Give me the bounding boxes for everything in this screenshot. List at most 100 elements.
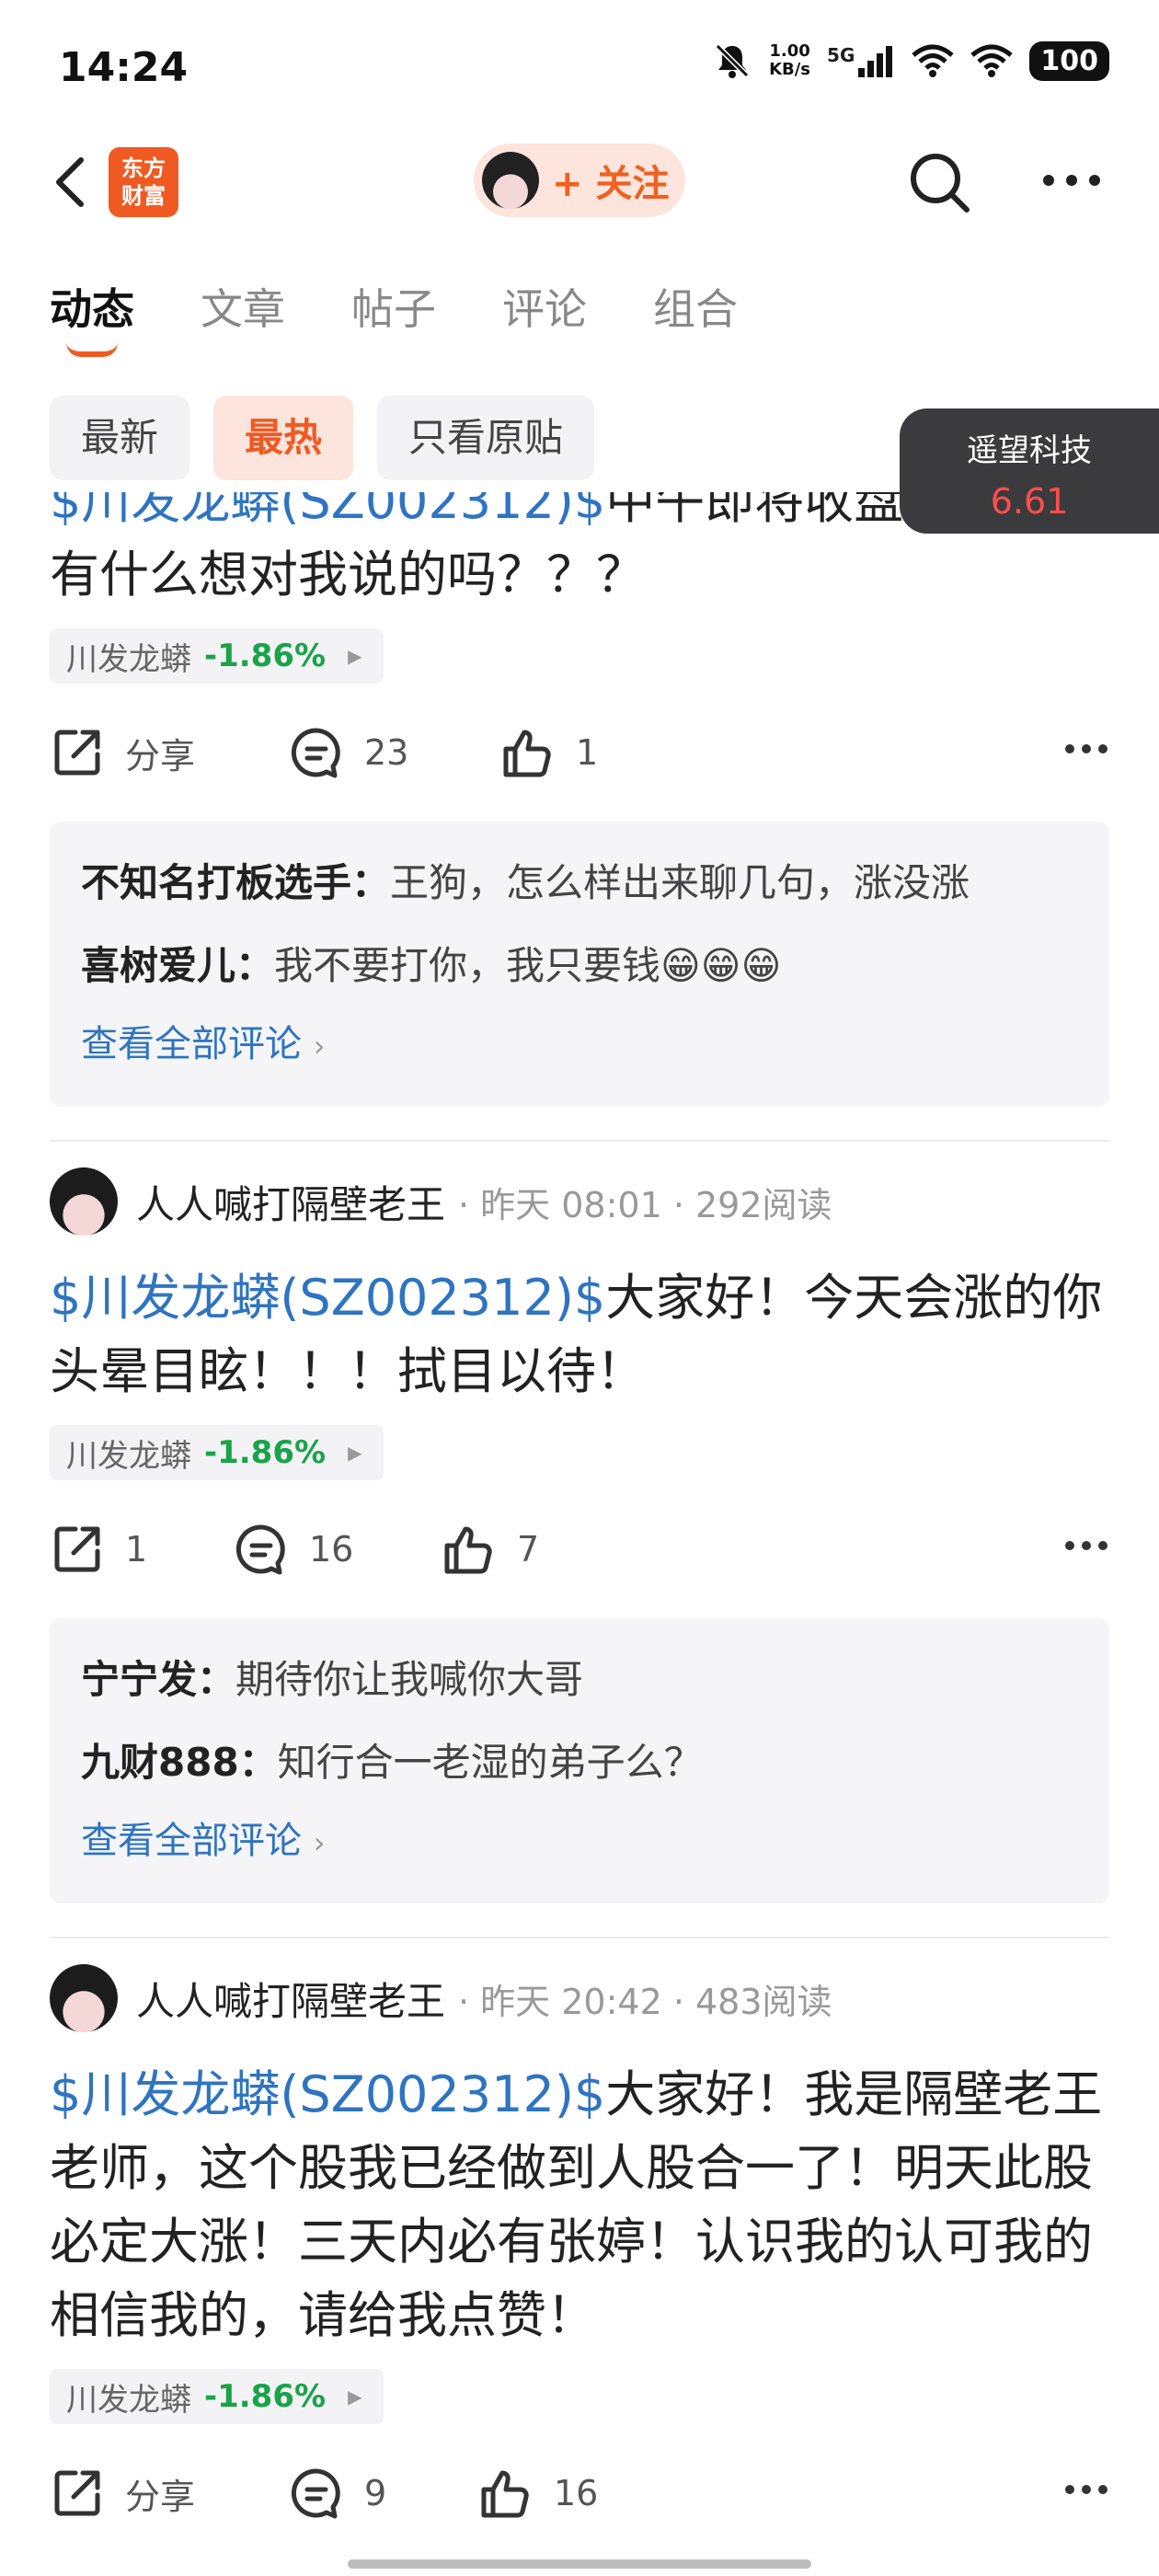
- comment-text: 我不要打你，我只要钱😁😁😁: [274, 943, 782, 988]
- thumbs-up-icon: [444, 1526, 492, 1574]
- feed-list[interactable]: $川发龙蟒(SZ002312)$中午即将收盘了，大家 有什么想对我说的吗？？？ …: [0, 492, 1159, 2576]
- comment-item: 喜树爱儿：我不要打你，我只要钱😁😁😁: [81, 925, 1078, 1007]
- floating-stock-widget[interactable]: 遥望科技 6.61: [900, 408, 1159, 534]
- stock-link[interactable]: $川发龙蟒(SZ002312)$: [50, 2065, 605, 2123]
- filter-hot[interactable]: 最热: [213, 396, 354, 480]
- like-button[interactable]: 1: [500, 725, 598, 780]
- tab-articles[interactable]: 文章: [201, 276, 285, 337]
- follow-button[interactable]: + 关注: [474, 144, 685, 217]
- tab-comments[interactable]: 评论: [502, 276, 587, 337]
- post-header: 人人喊打隔壁老王 · 昨天 08:01 · 292阅读: [50, 1142, 1109, 1261]
- author-name[interactable]: 人人喊打隔壁老王: [136, 1971, 445, 2027]
- comment-item: 九财888：知行合一老湿的弟子么？: [81, 1721, 1078, 1804]
- see-all-comments-link[interactable]: 查看全部评论 ›: [81, 1007, 1078, 1083]
- comment-item: 宁宁发：期待你让我喊你大哥: [81, 1639, 1078, 1721]
- speed-value: 1.00: [769, 41, 810, 61]
- stock-tag[interactable]: 川发龙蟒 -1.86% ▶: [50, 628, 384, 684]
- post-actions: 分享 9 16: [50, 2424, 1109, 2562]
- post-meta: · 昨天 20:42 · 483阅读: [458, 1981, 832, 2022]
- feed-post[interactable]: $川发龙蟒(SZ002312)$中午即将收盘了，大家 有什么想对我说的吗？？？ …: [0, 492, 1159, 1142]
- stock-tag[interactable]: 川发龙蟒 -1.86% ▶: [50, 1425, 384, 1480]
- comment-count: 23: [364, 732, 409, 773]
- comment-preview[interactable]: 不知名打板选手：王狗，怎么样出来聊几句，涨没涨 喜树爱儿：我不要打你，我只要钱😁…: [50, 822, 1109, 1107]
- status-time: 14:24: [59, 44, 189, 91]
- tab-dynamics[interactable]: 动态: [50, 276, 134, 357]
- avatar[interactable]: [50, 1167, 118, 1236]
- comment-user[interactable]: 喜树爱儿：: [81, 943, 274, 988]
- chevron-right-icon: ›: [313, 1825, 326, 1860]
- comment-icon: [291, 2468, 340, 2519]
- mute-bell-icon: [715, 43, 750, 78]
- speed-unit: KB/s: [769, 60, 811, 79]
- play-arrow-icon: ▶: [348, 1442, 362, 1464]
- like-count: 16: [554, 2473, 599, 2513]
- share-label: 分享: [125, 735, 196, 776]
- more-options-icon[interactable]: [1039, 171, 1104, 190]
- wifi-icon: [970, 44, 1014, 77]
- comment-user[interactable]: 宁宁发：: [81, 1657, 235, 1702]
- share-icon: [54, 1526, 100, 1572]
- stock-tag-name: 川发龙蟒: [66, 2381, 191, 2419]
- stock-tag-change: -1.86%: [204, 2378, 327, 2415]
- more-options-icon[interactable]: [1063, 1539, 1109, 1552]
- see-all-label: 查看全部评论: [81, 1023, 302, 1065]
- like-button[interactable]: 7: [442, 1522, 539, 1577]
- search-icon[interactable]: [906, 149, 972, 215]
- post-meta: · 昨天 08:01 · 292阅读: [458, 1184, 832, 1225]
- home-indicator[interactable]: [348, 2559, 811, 2569]
- more-options-icon[interactable]: [1063, 742, 1109, 755]
- status-icons: 1.00 KB/s 5G 100: [712, 40, 1109, 81]
- stock-link[interactable]: $川发龙蟒(SZ002312)$: [50, 1269, 605, 1327]
- back-arrow-icon[interactable]: [46, 155, 101, 210]
- thumbs-up-icon: [481, 2470, 529, 2518]
- filter-chips: 最新 最热 只看原贴: [50, 396, 595, 480]
- feed-post[interactable]: 人人喊打隔壁老王 · 昨天 20:42 · 483阅读 $川发龙蟒(SZ0023…: [0, 1938, 1159, 2562]
- play-arrow-icon: ▶: [348, 645, 362, 667]
- comment-button[interactable]: 16: [234, 1522, 442, 1577]
- post-body: $川发龙蟒(SZ002312)$大家好！今天会涨的你头晕目眩！！！拭目以待！: [50, 1261, 1109, 1409]
- filter-latest[interactable]: 最新: [50, 396, 190, 480]
- tab-portfolio[interactable]: 组合: [653, 276, 738, 337]
- logo-line-2: 财富: [121, 183, 166, 209]
- comment-item: 不知名打板选手：王狗，怎么样出来聊几句，涨没涨: [81, 842, 1078, 925]
- like-count: 7: [517, 1529, 540, 1570]
- feed-post[interactable]: 人人喊打隔壁老王 · 昨天 08:01 · 292阅读 $川发龙蟒(SZ0023…: [0, 1142, 1159, 1938]
- comment-button[interactable]: 23: [289, 725, 500, 780]
- network-type: 5G: [827, 44, 855, 66]
- see-all-comments-link[interactable]: 查看全部评论 ›: [81, 1804, 1078, 1880]
- comment-text: 期待你让我喊你大哥: [235, 1657, 584, 1702]
- share-button[interactable]: 分享: [50, 725, 289, 780]
- tab-posts[interactable]: 帖子: [351, 276, 436, 337]
- post-actions: 1 16 7: [50, 1480, 1109, 1618]
- author-name[interactable]: 人人喊打隔壁老王: [136, 1174, 445, 1230]
- comment-user[interactable]: 九财888：: [81, 1740, 278, 1785]
- filter-original-only[interactable]: 只看原贴: [377, 396, 595, 480]
- more-options-icon[interactable]: [1063, 2483, 1109, 2496]
- comment-text: 王狗，怎么样出来聊几句，涨没涨: [390, 860, 970, 905]
- comment-text: 知行合一老湿的弟子么？: [277, 1740, 703, 1785]
- stock-link[interactable]: $川发龙蟒(SZ002312)$: [50, 492, 605, 530]
- share-button[interactable]: 1: [50, 1522, 234, 1577]
- post-header: 人人喊打隔壁老王 · 昨天 20:42 · 483阅读: [50, 1938, 1109, 2058]
- stock-tag-name: 川发龙蟒: [66, 1437, 191, 1475]
- floating-stock-price: 6.61: [990, 481, 1069, 522]
- share-label: 分享: [125, 2476, 196, 2517]
- network-speed: 1.00 KB/s: [769, 42, 810, 79]
- avatar[interactable]: [50, 1964, 118, 2032]
- stock-tag[interactable]: 川发龙蟒 -1.86% ▶: [50, 2369, 384, 2424]
- share-icon: [54, 730, 100, 776]
- comment-user[interactable]: 不知名打板选手：: [81, 860, 390, 905]
- profile-tabs: 动态 文章 帖子 评论 组合: [50, 276, 738, 357]
- status-bar: 14:24 1.00 KB/s 5G 100: [0, 0, 1159, 138]
- top-nav-bar: 东方 财富 + 关注: [0, 138, 1159, 230]
- comment-preview[interactable]: 宁宁发：期待你让我喊你大哥 九财888：知行合一老湿的弟子么？ 查看全部评论 ›: [50, 1618, 1109, 1903]
- like-button[interactable]: 16: [478, 2466, 598, 2521]
- thumbs-up-icon: [503, 730, 551, 777]
- battery-icon: 100: [1029, 40, 1109, 81]
- like-count: 1: [576, 732, 599, 773]
- post-actions: 分享 23 1: [50, 684, 1109, 822]
- comment-button[interactable]: 9: [289, 2466, 478, 2521]
- comment-count: 16: [309, 1529, 354, 1570]
- logo-line-1: 东方: [121, 155, 166, 181]
- share-button[interactable]: 分享: [50, 2466, 289, 2521]
